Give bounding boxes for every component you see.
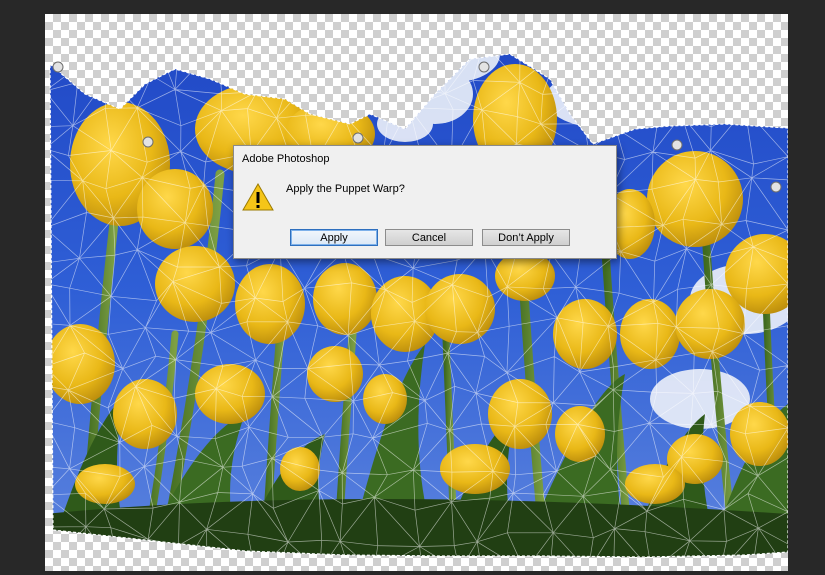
dialog-title: Adobe Photoshop bbox=[242, 153, 330, 165]
document-canvas[interactable] bbox=[45, 14, 788, 571]
cancel-button[interactable]: Cancel bbox=[385, 229, 473, 246]
apply-button[interactable]: Apply bbox=[290, 229, 378, 246]
tulip-photo-with-puppet-mesh bbox=[49, 53, 788, 558]
warning-icon bbox=[242, 182, 274, 211]
dont-apply-button[interactable]: Don’t Apply bbox=[482, 229, 570, 246]
dialog-message: Apply the Puppet Warp? bbox=[286, 183, 405, 195]
apply-puppet-warp-dialog: Adobe Photoshop Apply the Puppet Warp? A… bbox=[233, 145, 617, 259]
